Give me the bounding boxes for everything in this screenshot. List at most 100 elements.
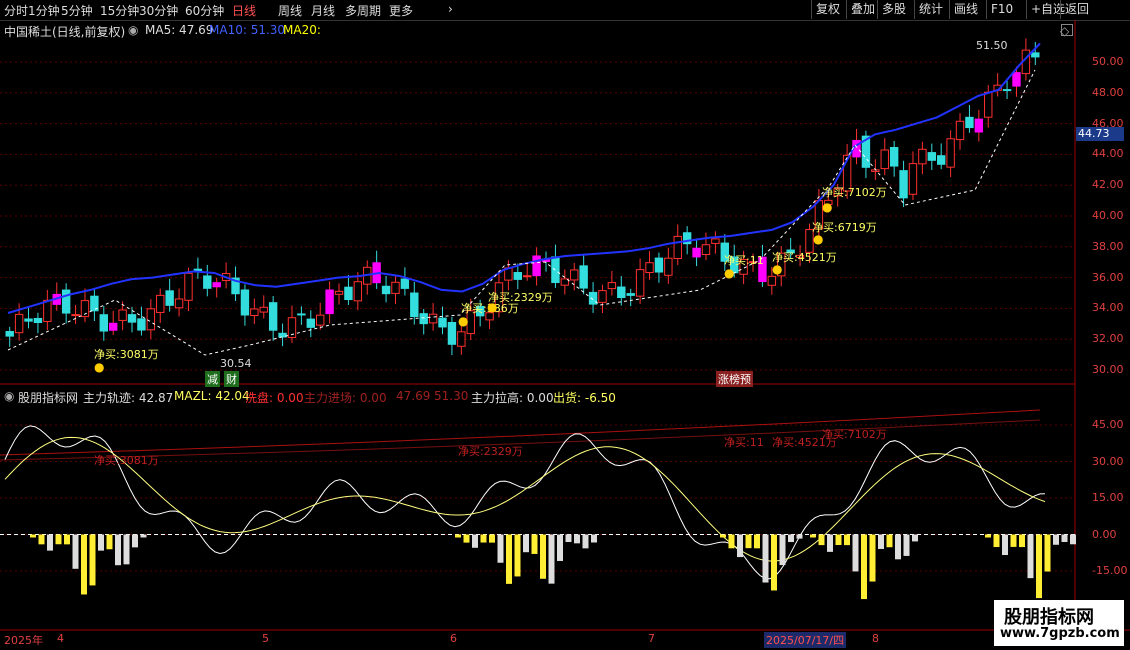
candle-body bbox=[61, 289, 71, 314]
histogram-bar bbox=[582, 534, 589, 549]
candle-body bbox=[344, 286, 353, 301]
histogram-bar bbox=[455, 534, 461, 538]
price-tick: 40.00 bbox=[1092, 209, 1124, 222]
zhuli-line bbox=[4, 425, 1046, 580]
histogram-bar bbox=[852, 534, 859, 572]
sub-net-buy-annotation: 净买:11 bbox=[724, 436, 764, 449]
date-tick: 5 bbox=[262, 632, 269, 645]
zhuli-label: 主力轨迹: 42.87 bbox=[83, 391, 174, 405]
candle-body bbox=[626, 293, 635, 296]
money-bag-icon: ● bbox=[724, 266, 735, 280]
candle-body bbox=[127, 314, 137, 323]
money-bag-icon: ● bbox=[772, 262, 783, 276]
histogram-bar bbox=[38, 534, 45, 545]
candle-body bbox=[908, 163, 918, 195]
histogram-bar bbox=[89, 534, 96, 586]
sub-settings-icon[interactable]: ◉ bbox=[4, 389, 14, 403]
sub-price-tick: 15.00 bbox=[1092, 491, 1124, 504]
candle-body bbox=[1012, 72, 1021, 87]
candle-body bbox=[334, 290, 344, 295]
candle-body bbox=[109, 322, 118, 331]
candle-body bbox=[165, 290, 174, 306]
sub-title[interactable]: 股朋指标网 bbox=[18, 389, 78, 406]
candle-body bbox=[14, 313, 24, 334]
jinchang-label: 主力进场: 0.00 bbox=[304, 391, 387, 405]
histogram-bar bbox=[903, 534, 910, 556]
histogram-bar bbox=[140, 534, 147, 538]
histogram-bar bbox=[548, 534, 555, 584]
candle-body bbox=[927, 152, 936, 161]
histogram-bar bbox=[98, 534, 104, 551]
histogram-bar bbox=[861, 534, 867, 600]
sub-indicator-header: ◉ 股朋指标网 主力轨迹: 42.87 MAZL: 42.04 洗盘: 0.00… bbox=[0, 386, 1075, 406]
histogram-bar bbox=[64, 534, 70, 545]
v2-label: 51.30 bbox=[434, 389, 469, 403]
candle-body bbox=[203, 275, 212, 289]
candle-body bbox=[156, 294, 165, 313]
candle-body bbox=[5, 331, 14, 337]
candle-body bbox=[428, 313, 438, 324]
candle-body bbox=[250, 308, 259, 317]
money-bag-icon: ● bbox=[458, 314, 469, 328]
candle-body bbox=[457, 331, 466, 347]
price-tick: 30.00 bbox=[1092, 363, 1124, 376]
date-tick: 4 bbox=[57, 632, 64, 645]
candle-body bbox=[174, 298, 184, 309]
histogram-bar bbox=[591, 534, 597, 543]
candle-body bbox=[880, 149, 889, 170]
histogram-bar bbox=[1053, 534, 1059, 545]
badge-cai[interactable]: 财 bbox=[224, 371, 239, 387]
candle-body bbox=[570, 269, 579, 281]
high-marker: 51.50 bbox=[976, 39, 1008, 52]
histogram-bar bbox=[827, 534, 833, 552]
histogram-bar bbox=[788, 534, 794, 543]
price-tick: 48.00 bbox=[1092, 85, 1124, 99]
candle-body bbox=[588, 291, 598, 305]
current-price-tag: 44.73 bbox=[1076, 127, 1124, 141]
histogram-bar bbox=[1070, 534, 1076, 545]
price-tick: 34.00 bbox=[1092, 301, 1124, 315]
histogram-bar bbox=[1027, 534, 1034, 579]
watermark-url: www.7gpzb.com bbox=[1000, 626, 1120, 641]
panel-toggle-icon[interactable] bbox=[1061, 24, 1073, 36]
sub-price-tick: 45.00 bbox=[1092, 418, 1124, 431]
histogram-bar bbox=[574, 534, 580, 544]
histogram-bar bbox=[489, 534, 495, 543]
badge-zhangbang[interactable]: 涨榜预 bbox=[716, 371, 753, 387]
candle-body bbox=[965, 116, 974, 129]
candle-body bbox=[212, 282, 221, 288]
candle-body bbox=[711, 238, 720, 244]
sub-price-tick: 30.00 bbox=[1092, 454, 1124, 468]
histogram-bar bbox=[779, 534, 786, 566]
candle-body bbox=[118, 309, 127, 321]
watermark: 股朋指标网 www.7gpzb.com bbox=[994, 600, 1124, 646]
badge-jian[interactable]: 减 bbox=[205, 371, 220, 387]
candle-body bbox=[268, 302, 278, 331]
histogram-bar bbox=[835, 534, 842, 545]
price-tick: 44.00 bbox=[1092, 147, 1124, 161]
money-bag-icon: ● bbox=[487, 300, 498, 314]
price-tick: 42.00 bbox=[1092, 178, 1124, 192]
v1-label: 47.69 bbox=[396, 389, 431, 403]
histogram-bar bbox=[531, 534, 538, 554]
candle-body bbox=[984, 91, 993, 118]
candle-body bbox=[419, 313, 428, 325]
histogram-bar bbox=[796, 534, 803, 539]
histogram-bar bbox=[463, 534, 470, 543]
candle-body bbox=[579, 265, 588, 289]
histogram-bar bbox=[30, 534, 36, 538]
candle-body bbox=[400, 278, 410, 289]
histogram-bar bbox=[123, 534, 130, 565]
money-bag-icon: ● bbox=[94, 360, 105, 374]
money-bag-icon: ● bbox=[822, 200, 833, 214]
histogram-bar bbox=[565, 534, 572, 543]
candle-body bbox=[946, 138, 955, 168]
histogram-bar bbox=[886, 534, 893, 548]
candle-body bbox=[664, 257, 673, 276]
sub-net-buy-annotation: 净买:2329万 bbox=[458, 445, 523, 458]
price-chart[interactable] bbox=[0, 0, 1130, 650]
histogram-bar bbox=[557, 534, 563, 561]
candle-body bbox=[184, 272, 193, 301]
candle-body bbox=[316, 314, 325, 326]
histogram-bar bbox=[106, 534, 113, 550]
